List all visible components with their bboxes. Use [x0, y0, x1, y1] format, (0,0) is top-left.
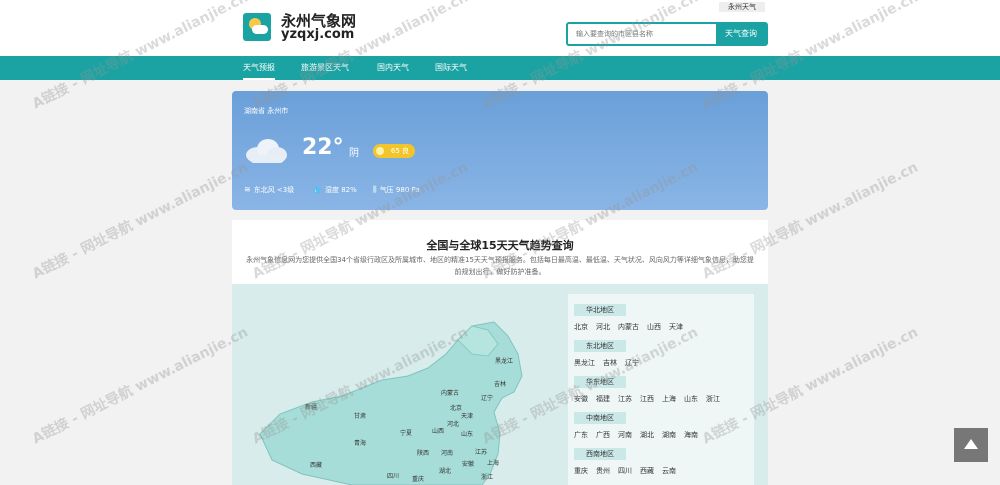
region-list: 华北地区 北京 河北 内蒙古 山西 天津 东北地区 黑龙江 吉林 辽宁 华东地区 安徽 福建江…: [568, 294, 754, 485]
map-label-gansu[interactable]: 甘肃: [354, 411, 366, 420]
aqi-badge[interactable]: 65 良: [373, 144, 415, 158]
current-weather-card: 湖南省 永州市 22° 阴 65 良 ≋ 东北风 <3级 💧 湿度 82% ⫼ 气压 …: [232, 91, 768, 210]
map-label-jilin[interactable]: 吉林: [494, 379, 506, 388]
map-label-zhejiang[interactable]: 浙江: [481, 472, 493, 481]
map-label-jiangsu[interactable]: 江苏: [475, 447, 487, 456]
search-input[interactable]: [568, 24, 716, 44]
weather-logo-icon[interactable]: [243, 13, 271, 41]
region-tag-east[interactable]: 华东地区: [574, 376, 626, 388]
map-label-ningxia[interactable]: 宁夏: [400, 428, 412, 437]
province-link[interactable]: 内蒙古: [618, 323, 639, 331]
map-label-hebei[interactable]: 河北: [447, 419, 459, 428]
weather-location: 湖南省 永州市: [244, 107, 289, 115]
province-link[interactable]: 广东: [574, 431, 588, 439]
panel-description: 永州气象信息网为您提供全国34个省级行政区及所属城市、地区的精准15天天气预报服…: [246, 256, 754, 276]
region-row-northeast: 黑龙江 吉林 辽宁: [574, 358, 647, 368]
map-label-henan[interactable]: 河南: [441, 448, 453, 457]
province-link[interactable]: 辽宁: [625, 359, 639, 367]
region-row-southwest: 重庆 贵州 四川 西藏 云南: [574, 466, 684, 476]
region-row-north: 北京 河北 内蒙古 山西 天津: [574, 322, 691, 332]
droplet-icon: 💧: [312, 185, 322, 194]
aqi-icon: [376, 147, 384, 155]
watermark: A链接 - 网址导航 www.alianjie.cn: [29, 159, 251, 283]
map-label-hubei[interactable]: 湖北: [439, 466, 451, 475]
map-label-neimenggu[interactable]: 内蒙古: [441, 388, 459, 397]
watermark: A链接 - 网址导航 www.alianjie.cn: [29, 324, 251, 448]
province-link[interactable]: 贵州: [596, 467, 610, 475]
map-label-shaanxi[interactable]: 陕西: [417, 448, 429, 457]
wind-text: 东北风 <3级: [253, 186, 295, 194]
map-label-sichuan[interactable]: 四川: [387, 471, 399, 480]
province-link[interactable]: 河北: [596, 323, 610, 331]
province-link[interactable]: 北京: [574, 323, 588, 331]
province-link[interactable]: 云南: [662, 467, 676, 475]
temperature: 22°: [302, 135, 344, 160]
province-link[interactable]: 广西: [596, 431, 610, 439]
search-box: 天气查询: [566, 22, 768, 46]
province-link[interactable]: 湖南: [662, 431, 676, 439]
cloud-icon: [246, 139, 287, 163]
province-link[interactable]: 重庆: [574, 467, 588, 475]
corner-tag[interactable]: 永州天气: [719, 2, 765, 12]
humidity-info: 💧 湿度 82%: [312, 185, 357, 195]
province-link[interactable]: 吉林: [603, 359, 617, 367]
humidity-text: 湿度 82%: [324, 186, 357, 194]
panel-title: 全国与全球15天天气趋势查询: [426, 239, 574, 252]
wind-icon: ≋: [244, 185, 251, 194]
wind-info: ≋ 东北风 <3级: [244, 185, 294, 195]
province-link[interactable]: 海南: [684, 431, 698, 439]
nav-item-forecast[interactable]: 天气预报: [243, 56, 275, 80]
pressure-text: 气压 980 Pa: [379, 186, 420, 194]
province-link[interactable]: 上海: [662, 395, 676, 403]
region-tag-central-south[interactable]: 中南地区: [574, 412, 626, 424]
region-tag-southwest[interactable]: 西南地区: [574, 448, 626, 460]
province-link[interactable]: 福建: [596, 395, 610, 403]
province-link[interactable]: 河南: [618, 431, 632, 439]
china-map-area: 黑龙江 吉林 辽宁 内蒙古 北京 天津 河北 山西 山东 宁夏 甘肃 新疆 青海…: [232, 284, 768, 485]
nav-item-domestic[interactable]: 国内天气: [377, 56, 409, 80]
province-link[interactable]: 江西: [640, 395, 654, 403]
nav-item-scenic[interactable]: 旅游景区天气: [301, 56, 349, 80]
map-label-xizang[interactable]: 西藏: [310, 460, 322, 469]
back-to-top-button[interactable]: [954, 428, 988, 462]
region-tag-north[interactable]: 华北地区: [574, 304, 626, 316]
province-link[interactable]: 天津: [669, 323, 683, 331]
china-map[interactable]: [232, 284, 568, 485]
map-label-shanghai[interactable]: 上海: [487, 458, 499, 467]
province-link[interactable]: 湖北: [640, 431, 654, 439]
map-label-xinjiang[interactable]: 新疆: [305, 402, 317, 411]
region-row-central-south: 广东 广西 河南 湖北 湖南 海南: [574, 430, 706, 440]
region-row-east: 安徽 福建 江苏 江西 上海 山东 浙江: [574, 394, 728, 404]
province-link[interactable]: 山西: [647, 323, 661, 331]
main-nav: 天气预报 旅游景区天气 国内天气 国际天气: [0, 56, 1000, 80]
map-label-tianjin[interactable]: 天津: [461, 411, 473, 420]
pressure-info: ⫼ 气压 980 Pa: [373, 185, 420, 195]
site-domain[interactable]: yzqxj.com: [281, 27, 354, 42]
map-label-shandong[interactable]: 山东: [461, 429, 473, 438]
map-label-chongqing[interactable]: 重庆: [412, 474, 424, 483]
trend-query-panel: 全国与全球15天天气趋势查询 永州气象信息网为您提供全国34个省级行政区及所属城…: [232, 220, 768, 485]
map-label-qinghai[interactable]: 青海: [354, 438, 366, 447]
region-tag-northeast[interactable]: 东北地区: [574, 340, 626, 352]
gauge-icon: ⫼: [373, 185, 377, 194]
header: 永州气象网 yzqxj.com 永州天气 天气查询: [0, 0, 1000, 56]
arrow-up-icon: [964, 439, 978, 449]
province-link[interactable]: 江苏: [618, 395, 632, 403]
province-link[interactable]: 黑龙江: [574, 359, 595, 367]
aqi-value: 65 良: [390, 147, 409, 155]
map-label-heilongjiang[interactable]: 黑龙江: [495, 356, 513, 365]
province-link[interactable]: 浙江: [706, 395, 720, 403]
map-label-anhui[interactable]: 安徽: [462, 459, 474, 468]
map-label-liaoning[interactable]: 辽宁: [481, 393, 493, 402]
nav-item-international[interactable]: 国际天气: [435, 56, 467, 80]
province-link[interactable]: 山东: [684, 395, 698, 403]
weather-condition: 阴: [349, 148, 359, 159]
province-link[interactable]: 西藏: [640, 467, 654, 475]
province-link[interactable]: 四川: [618, 467, 632, 475]
search-button[interactable]: 天气查询: [716, 24, 766, 44]
province-link[interactable]: 安徽: [574, 395, 588, 403]
map-label-shanxi[interactable]: 山西: [432, 426, 444, 435]
